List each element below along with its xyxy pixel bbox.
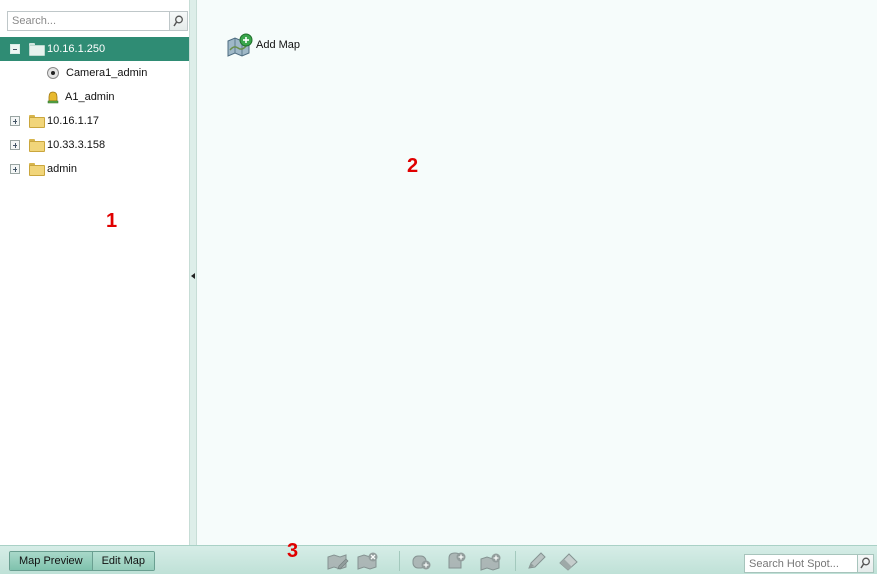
collapse-arrow-icon[interactable] — [191, 273, 195, 279]
annotation-1: 1 — [106, 210, 118, 232]
hot-spot-search-button[interactable] — [857, 555, 873, 572]
expand-toggle-icon[interactable] — [10, 116, 20, 126]
tab-edit-map[interactable]: Edit Map — [91, 552, 154, 570]
bottom-toolbar: Map Preview Edit Map 3 — [0, 540, 877, 574]
folder-icon — [29, 115, 45, 128]
annotation-3: 3 — [287, 540, 299, 562]
modify-icon[interactable] — [526, 551, 548, 571]
add-alarm-input-icon[interactable] — [445, 551, 467, 571]
modify-map-icon[interactable] — [327, 551, 349, 571]
resource-search-box — [7, 11, 188, 31]
hot-spot-search-input[interactable] — [745, 555, 858, 572]
tree-node-10-16-1-17[interactable]: 10.16.1.17 — [0, 109, 189, 133]
tree-node-a1-admin[interactable]: A1_admin — [0, 85, 189, 109]
resource-search-button[interactable] — [169, 12, 187, 30]
expand-toggle-icon[interactable] — [10, 140, 20, 150]
add-map-label: Add Map — [256, 39, 301, 51]
tree-node-10-16-1-250[interactable]: 10.16.1.250 — [0, 37, 189, 61]
toolbar-separator — [515, 551, 516, 571]
tree-node-admin[interactable]: admin — [0, 157, 189, 181]
tree-node-label: 10.16.1.250 — [47, 43, 106, 55]
tree-node-label: 10.16.1.17 — [47, 115, 99, 127]
folder-icon — [29, 163, 45, 176]
resource-search-input[interactable] — [8, 12, 171, 30]
map-area: Add Map 2 — [197, 0, 877, 545]
panel-splitter[interactable] — [189, 0, 197, 545]
folder-icon — [29, 139, 45, 152]
tree-node-label: A1_admin — [65, 91, 115, 103]
expand-toggle-icon[interactable] — [10, 164, 20, 174]
delete-icon[interactable] — [558, 551, 580, 571]
hot-spot-search-box — [744, 554, 874, 573]
search-icon — [173, 15, 183, 27]
alarm-input-icon — [47, 91, 59, 104]
tree-node-label: Camera1_admin — [66, 67, 148, 79]
search-icon — [860, 557, 870, 569]
add-hot-region-icon[interactable] — [480, 551, 502, 571]
tree-node-camera1-admin[interactable]: Camera1_admin — [0, 61, 189, 85]
mode-tabs: Map Preview Edit Map — [9, 551, 155, 571]
delete-map-icon[interactable] — [357, 551, 379, 571]
resource-tree: 10.16.1.250 Camera1_admin A1_admin 10.16… — [0, 37, 189, 181]
folder-icon — [29, 43, 45, 56]
tree-node-label: 10.33.3.158 — [47, 139, 106, 151]
add-camera-icon[interactable] — [410, 551, 432, 571]
collapse-toggle-icon[interactable] — [10, 44, 20, 54]
add-map-button[interactable]: Add Map — [227, 32, 300, 58]
camera-icon — [47, 67, 59, 79]
tree-node-10-33-3-158[interactable]: 10.33.3.158 — [0, 133, 189, 157]
tree-node-label: admin — [47, 163, 77, 175]
tab-map-preview[interactable]: Map Preview — [10, 552, 92, 570]
add-map-icon — [227, 33, 253, 57]
annotation-2: 2 — [407, 155, 419, 177]
map-module: 10.16.1.250 Camera1_admin A1_admin 10.16… — [0, 0, 877, 574]
toolbar-separator — [399, 551, 400, 571]
resource-panel: 10.16.1.250 Camera1_admin A1_admin 10.16… — [0, 0, 189, 545]
